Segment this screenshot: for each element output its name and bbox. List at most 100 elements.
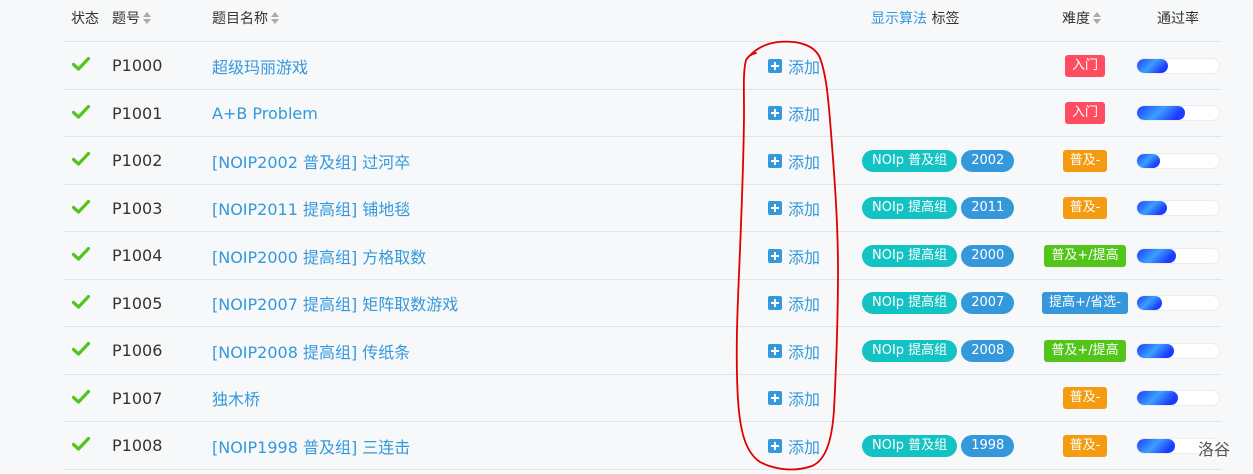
pass-rate-fill (1137, 201, 1167, 215)
add-button[interactable]: 添加 (768, 42, 820, 89)
tag-list: NOIp 提高组 2000 (862, 232, 1018, 279)
sort-icon[interactable] (271, 12, 279, 24)
pass-rate-cell (1136, 185, 1220, 232)
difficulty-badge[interactable]: 普及- (1062, 149, 1108, 172)
add-button-label: 添加 (788, 247, 821, 267)
check-icon (71, 389, 91, 408)
tag-badge[interactable]: 1998 (961, 434, 1015, 457)
header-title[interactable]: 题目名称 (212, 9, 279, 29)
check-icon (71, 294, 91, 313)
difficulty-cell: 入门 (1038, 42, 1132, 89)
difficulty-cell: 普及- (1038, 185, 1132, 232)
pass-rate-cell (1136, 42, 1220, 89)
problem-title-link[interactable]: [NOIP2007 提高组] 矩阵取数游戏 (212, 280, 458, 327)
status-cell (71, 185, 96, 232)
table-row: P1001 A+B Problem 添加 入门 (64, 90, 1222, 137)
pass-rate-bar (1136, 57, 1220, 74)
add-button[interactable]: 添加 (768, 327, 820, 374)
pass-rate-bar (1136, 295, 1220, 311)
tag-badge[interactable]: 2011 (961, 197, 1015, 219)
header-title-label: 题目名称 (212, 11, 268, 27)
plus-square-icon (768, 153, 782, 168)
check-icon (71, 151, 91, 170)
problem-id: P1007 (112, 388, 163, 408)
pass-rate-bar (1136, 105, 1220, 121)
sort-icon[interactable] (143, 12, 151, 24)
add-button[interactable]: 添加 (768, 90, 820, 137)
status-cell (71, 327, 96, 374)
tag-badge[interactable]: 2007 (961, 292, 1015, 314)
pass-rate-cell (1136, 90, 1220, 137)
add-button[interactable]: 添加 (768, 232, 820, 279)
check-icon (71, 104, 91, 123)
problem-title-link[interactable]: 独木桥 (212, 375, 260, 422)
difficulty-badge[interactable]: 普及- (1062, 434, 1108, 457)
problem-title-link[interactable]: [NOIP2008 提高组] 传纸条 (212, 327, 410, 374)
status-cell (71, 90, 96, 137)
plus-square-icon (768, 106, 782, 120)
add-button-label: 添加 (788, 105, 821, 124)
table-row: P1004 [NOIP2000 提高组] 方格取数 添加 NOIp 提高组 200… (64, 232, 1222, 280)
tag-badge[interactable]: NOIp 提高组 (862, 292, 958, 314)
problem-id: P1005 (112, 293, 163, 313)
check-icon (71, 199, 91, 218)
problem-title-link[interactable]: [NOIP2000 提高组] 方格取数 (212, 232, 426, 279)
add-button[interactable]: 添加 (768, 137, 820, 184)
pass-rate-fill (1137, 153, 1160, 168)
difficulty-badge[interactable]: 普及+/提高 (1044, 339, 1126, 362)
check-icon (71, 436, 91, 455)
tag-badge[interactable]: 2002 (961, 149, 1015, 172)
pass-rate-cell (1136, 232, 1220, 279)
pass-rate-cell (1136, 327, 1220, 374)
plus-square-icon (768, 248, 782, 263)
difficulty-badge[interactable]: 入门 (1064, 102, 1105, 124)
header-difficulty-label: 难度 (1062, 11, 1090, 27)
add-button[interactable]: 添加 (768, 375, 820, 422)
add-button[interactable]: 添加 (768, 280, 820, 327)
table-row: P1002 [NOIP2002 普及组] 过河卒 添加 NOIp 普及组 2002… (64, 137, 1222, 185)
add-button-label: 添加 (788, 390, 821, 409)
problem-id: P1002 (112, 151, 163, 170)
problem-id: P1000 (112, 56, 163, 75)
problem-title-link[interactable]: 超级玛丽游戏 (212, 42, 308, 89)
tag-badge[interactable]: NOIp 提高组 (862, 339, 958, 362)
add-button[interactable]: 添加 (768, 185, 820, 232)
difficulty-badge[interactable]: 提高+/省选- (1042, 292, 1128, 314)
tag-list: NOIp 提高组 2007 (862, 280, 1018, 327)
tag-badge[interactable]: NOIp 普及组 (862, 434, 958, 457)
pass-rate-fill (1137, 391, 1178, 405)
problem-title-link[interactable]: [NOIP2002 普及组] 过河卒 (212, 137, 410, 184)
status-cell (71, 232, 96, 279)
problem-title-link[interactable]: A+B Problem (212, 90, 318, 137)
problem-title-link[interactable]: [NOIP1998 普及组] 三连击 (212, 422, 410, 469)
pass-rate-fill (1137, 296, 1162, 310)
add-button[interactable]: 添加 (768, 422, 820, 469)
table-row: P1005 [NOIP2007 提高组] 矩阵取数游戏 添加 NOIp 提高组 2… (64, 280, 1222, 327)
difficulty-badge[interactable]: 普及+/提高 (1044, 244, 1126, 267)
problem-id: P1006 (112, 341, 163, 360)
tag-badge[interactable]: 2000 (961, 244, 1015, 267)
pass-rate-fill (1137, 106, 1185, 120)
table-row: P1008 [NOIP1998 普及组] 三连击 添加 NOIp 普及组 1998… (64, 422, 1222, 470)
tag-badge[interactable]: NOIp 提高组 (862, 244, 958, 267)
difficulty-badge[interactable]: 普及- (1062, 197, 1108, 219)
tag-badge[interactable]: NOIp 普及组 (862, 149, 958, 172)
sort-icon[interactable] (1093, 12, 1101, 24)
table-header: 状态 题号 题目名称 显示算法 标签 难度 通过率 (64, 0, 1222, 42)
problem-title-link[interactable]: [NOIP2011 提高组] 铺地毯 (212, 185, 410, 232)
difficulty-badge[interactable]: 入门 (1064, 54, 1105, 77)
tag-badge[interactable]: 2008 (961, 339, 1015, 362)
pass-rate-bar (1136, 247, 1220, 264)
show-algorithm-toggle[interactable]: 显示算法 (871, 11, 927, 27)
header-pid[interactable]: 题号 (112, 9, 151, 29)
difficulty-badge[interactable]: 普及- (1062, 387, 1108, 409)
plus-square-icon (768, 296, 782, 310)
plus-square-icon (768, 391, 782, 405)
tag-list: NOIp 提高组 2011 (862, 185, 1018, 232)
status-cell (71, 137, 96, 184)
difficulty-cell: 提高+/省选- (1038, 280, 1132, 327)
plus-square-icon (768, 438, 782, 453)
header-difficulty[interactable]: 难度 (1062, 9, 1101, 29)
plus-square-icon (768, 58, 782, 73)
tag-badge[interactable]: NOIp 提高组 (862, 197, 958, 219)
